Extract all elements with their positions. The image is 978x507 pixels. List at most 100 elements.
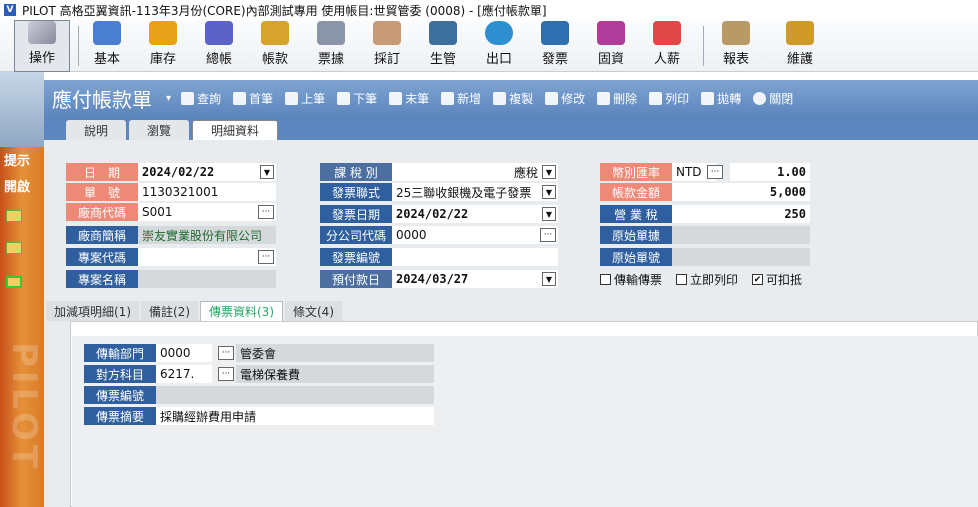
globe-icon	[485, 21, 513, 45]
toolbar-item-1[interactable]: 基本	[79, 20, 135, 72]
transfer-icon	[701, 91, 715, 105]
toolbar-item-11[interactable]: 人薪	[639, 20, 695, 72]
form-header: 應付帳款單 ▾ 查詢 首筆 上筆 下筆 末筆 新增 複製 修改 刪除 列印 拋轉…	[44, 80, 978, 116]
toolbar-item-2[interactable]: 庫存	[135, 20, 191, 72]
due-date-field[interactable]: 2024/03/27	[392, 270, 558, 288]
account-code-field[interactable]: 6217.	[156, 365, 212, 383]
currency-lookup-button[interactable]: ···	[707, 165, 723, 179]
project-name-label: 專案名稱	[66, 270, 138, 288]
tab-description[interactable]: 說明	[66, 120, 127, 140]
detail-subtabs: 加減項明細(1) 備註(2) 傳票資料(3) 條文(4)	[46, 301, 344, 321]
invoice-no-field[interactable]	[392, 248, 558, 266]
form-tabs: 說明 瀏覽 明細資料	[44, 116, 978, 140]
prev-icon	[285, 91, 299, 105]
toolbar-item-6[interactable]: 採訂	[359, 20, 415, 72]
close-button[interactable]: 關閉	[753, 90, 793, 107]
printer-icon	[541, 21, 569, 45]
toolbar-item-4[interactable]: 帳款	[247, 20, 303, 72]
folder-icon[interactable]	[6, 242, 22, 254]
amount-field[interactable]: 5,000	[672, 183, 810, 201]
toolbar-item-8[interactable]: 出口	[471, 20, 527, 72]
window-titlebar: V PILOT 高格亞翼資訊-113年3月份(CORE)內部測試專用 使用帳目:…	[0, 0, 978, 20]
checkbox-box	[600, 274, 611, 285]
orig-no-field	[672, 248, 810, 266]
chart-icon	[653, 21, 681, 45]
toolbar-item-9[interactable]: 發票	[527, 20, 583, 72]
vendor-code-field[interactable]: S001	[138, 203, 276, 221]
check-icon: ✔	[752, 274, 763, 285]
transfer-button[interactable]: 拋轉	[701, 90, 741, 107]
invoice-date-field[interactable]: 2024/02/22	[392, 205, 558, 223]
tax-field[interactable]: 250	[672, 205, 810, 223]
dept-lookup-button[interactable]: ···	[218, 346, 234, 360]
toolbar-item-12[interactable]: 報表	[704, 20, 768, 72]
sidebar-hint[interactable]: 提示	[4, 150, 30, 169]
voucher-no-field[interactable]: 1130321001	[138, 183, 276, 201]
next-button[interactable]: 下筆	[337, 90, 377, 107]
toolbar-item-13[interactable]: 維護	[768, 20, 832, 72]
folder-icon[interactable]	[6, 276, 22, 288]
first-button[interactable]: 首筆	[233, 90, 273, 107]
sidebar-brand: PILOT	[4, 342, 44, 473]
project-lookup-button[interactable]: ···	[258, 250, 274, 264]
subtab-notes[interactable]: 備註(2)	[141, 301, 198, 321]
transfer-voucher-checkbox[interactable]: 傳輸傳票	[600, 271, 662, 288]
add-icon	[441, 91, 455, 105]
deductible-checkbox[interactable]: ✔ 可扣抵	[752, 271, 802, 288]
currency-label: 幣別匯率	[600, 163, 672, 181]
subtab-voucher[interactable]: 傳票資料(3)	[200, 301, 283, 321]
delete-button[interactable]: 刪除	[597, 90, 637, 107]
print-button[interactable]: 列印	[649, 90, 689, 107]
due-date-dropdown-icon[interactable]: ▼	[542, 272, 556, 286]
orig-doc-field	[672, 226, 810, 244]
invoice-format-select[interactable]: 25三聯收銀機及電子發票	[392, 183, 558, 201]
tax-type-select[interactable]: 應稅	[392, 163, 558, 181]
branch-lookup-button[interactable]: ···	[540, 228, 556, 242]
date-label: 日 期	[66, 163, 138, 181]
left-sidebar: 提示 開啟 PILOT	[0, 72, 44, 507]
tax-label: 營 業 稅	[600, 205, 672, 223]
subtab-terms[interactable]: 條文(4)	[285, 301, 342, 321]
print-now-checkbox[interactable]: 立即列印	[676, 271, 738, 288]
stairs-icon	[597, 21, 625, 45]
sidebar-open[interactable]: 開啟	[4, 176, 30, 195]
invoice-no-label: 發票編號	[320, 248, 392, 266]
date-field[interactable]: 2024/02/22	[138, 163, 276, 181]
bag-icon	[149, 21, 177, 45]
project-code-field[interactable]	[138, 248, 276, 266]
toolbar-item-3[interactable]: 總帳	[191, 20, 247, 72]
add-button[interactable]: 新增	[441, 90, 481, 107]
subtab-adjustments[interactable]: 加減項明細(1)	[46, 301, 139, 321]
summary-field[interactable]: 採購經辦費用申請	[156, 407, 434, 425]
account-lookup-button[interactable]: ···	[218, 367, 234, 381]
invoice-date-dropdown-icon[interactable]: ▼	[542, 207, 556, 221]
date-dropdown-icon[interactable]: ▼	[260, 165, 274, 179]
currency-rate-field[interactable]: 1.00	[730, 163, 810, 181]
invoice-format-dropdown-icon[interactable]: ▼	[542, 185, 556, 199]
toolbar-item-5[interactable]: 票據	[303, 20, 359, 72]
dept-code-field[interactable]: 0000	[156, 344, 212, 362]
account-name-field: 電梯保養費	[236, 365, 434, 383]
project-name-field	[138, 270, 276, 288]
toolbar-item-10[interactable]: 固資	[583, 20, 639, 72]
tax-type-dropdown-icon[interactable]: ▼	[542, 165, 556, 179]
tab-detail[interactable]: 明細資料	[192, 120, 279, 140]
branch-code-field[interactable]: 0000	[392, 226, 558, 244]
book-icon	[205, 21, 233, 45]
form-title: 應付帳款單	[52, 87, 152, 112]
voucher-pane-body: 傳輸部門 0000 ··· 管委會 對方科目 6217. ··· 電梯保養費 傳…	[72, 336, 978, 507]
toolbar-item-7[interactable]: 生管	[415, 20, 471, 72]
checkbox-box	[676, 274, 687, 285]
copy-button[interactable]: 複製	[493, 90, 533, 107]
folder-icon[interactable]	[6, 210, 22, 222]
tab-browse[interactable]: 瀏覽	[129, 120, 190, 140]
chevron-down-icon[interactable]: ▾	[166, 93, 171, 104]
toolbar-item-0[interactable]: 操作	[14, 20, 70, 72]
query-button[interactable]: 查詢	[181, 90, 221, 107]
voucher-no-label: 單 號	[66, 183, 138, 201]
vendor-name-field: 崇友實業股份有限公司	[138, 226, 276, 244]
prev-button[interactable]: 上筆	[285, 90, 325, 107]
vendor-lookup-button[interactable]: ···	[258, 205, 274, 219]
last-button[interactable]: 末筆	[389, 90, 429, 107]
edit-button[interactable]: 修改	[545, 90, 585, 107]
